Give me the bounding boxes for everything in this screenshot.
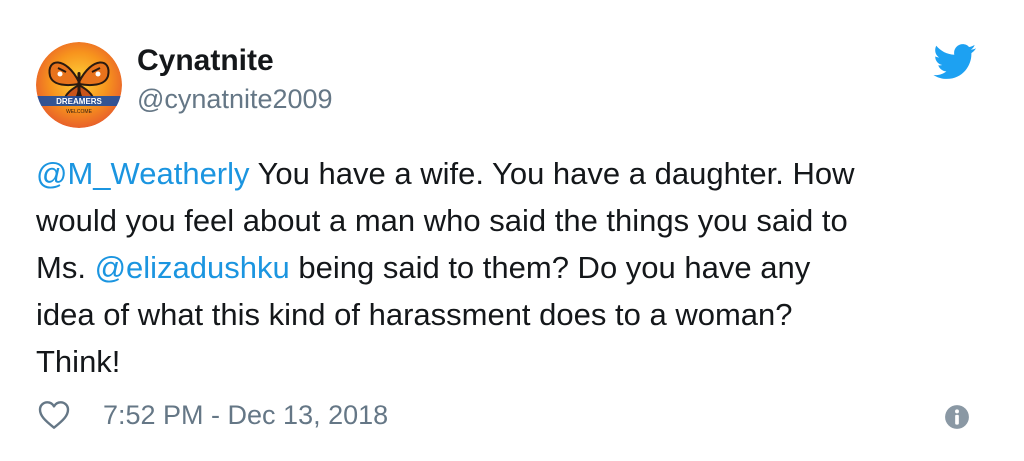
tweet-card: DREAMERS WELCOME Cynatnite @cynatnite200… (0, 0, 1024, 461)
user-handle[interactable]: @cynatnite2009 (137, 83, 333, 115)
avatar-text: DREAMERS (56, 97, 102, 106)
tweet-line: @M_Weatherly You have a wife. You have a… (36, 150, 996, 197)
tweet-line: would you feel about a man who said the … (36, 197, 996, 244)
tweet-text-segment: Ms. (36, 250, 95, 285)
heart-icon[interactable] (38, 400, 70, 430)
twitter-bird-icon[interactable] (933, 44, 977, 80)
tweet-line: Ms. @elizadushku being said to them? Do … (36, 244, 996, 291)
tweet-text-segment: You have a wife. You have a daughter. Ho… (249, 156, 855, 191)
tweet-text-segment: idea of what this kind of harassment doe… (36, 297, 793, 332)
mention-link-m-weatherly[interactable]: @M_Weatherly (36, 156, 250, 191)
mention-link-elizadushku[interactable]: @elizadushku (95, 250, 290, 285)
tweet-text-segment: being said to them? Do you have any (289, 250, 811, 285)
info-icon[interactable] (944, 404, 970, 430)
display-name[interactable]: Cynatnite (137, 43, 274, 79)
tweet-timestamp[interactable]: 7:52 PM - Dec 13, 2018 (103, 397, 388, 433)
tweet-text-segment: Think! (36, 344, 121, 379)
tweet-text: @M_Weatherly You have a wife. You have a… (36, 150, 996, 385)
tweet-line: idea of what this kind of harassment doe… (36, 291, 996, 338)
avatar-subtext: WELCOME (66, 109, 93, 115)
tweet-text-segment: would you feel about a man who said the … (36, 203, 848, 238)
avatar-butterfly-image: DREAMERS WELCOME (36, 42, 122, 128)
avatar[interactable]: DREAMERS WELCOME (36, 42, 122, 128)
tweet-line: Think! (36, 338, 996, 385)
